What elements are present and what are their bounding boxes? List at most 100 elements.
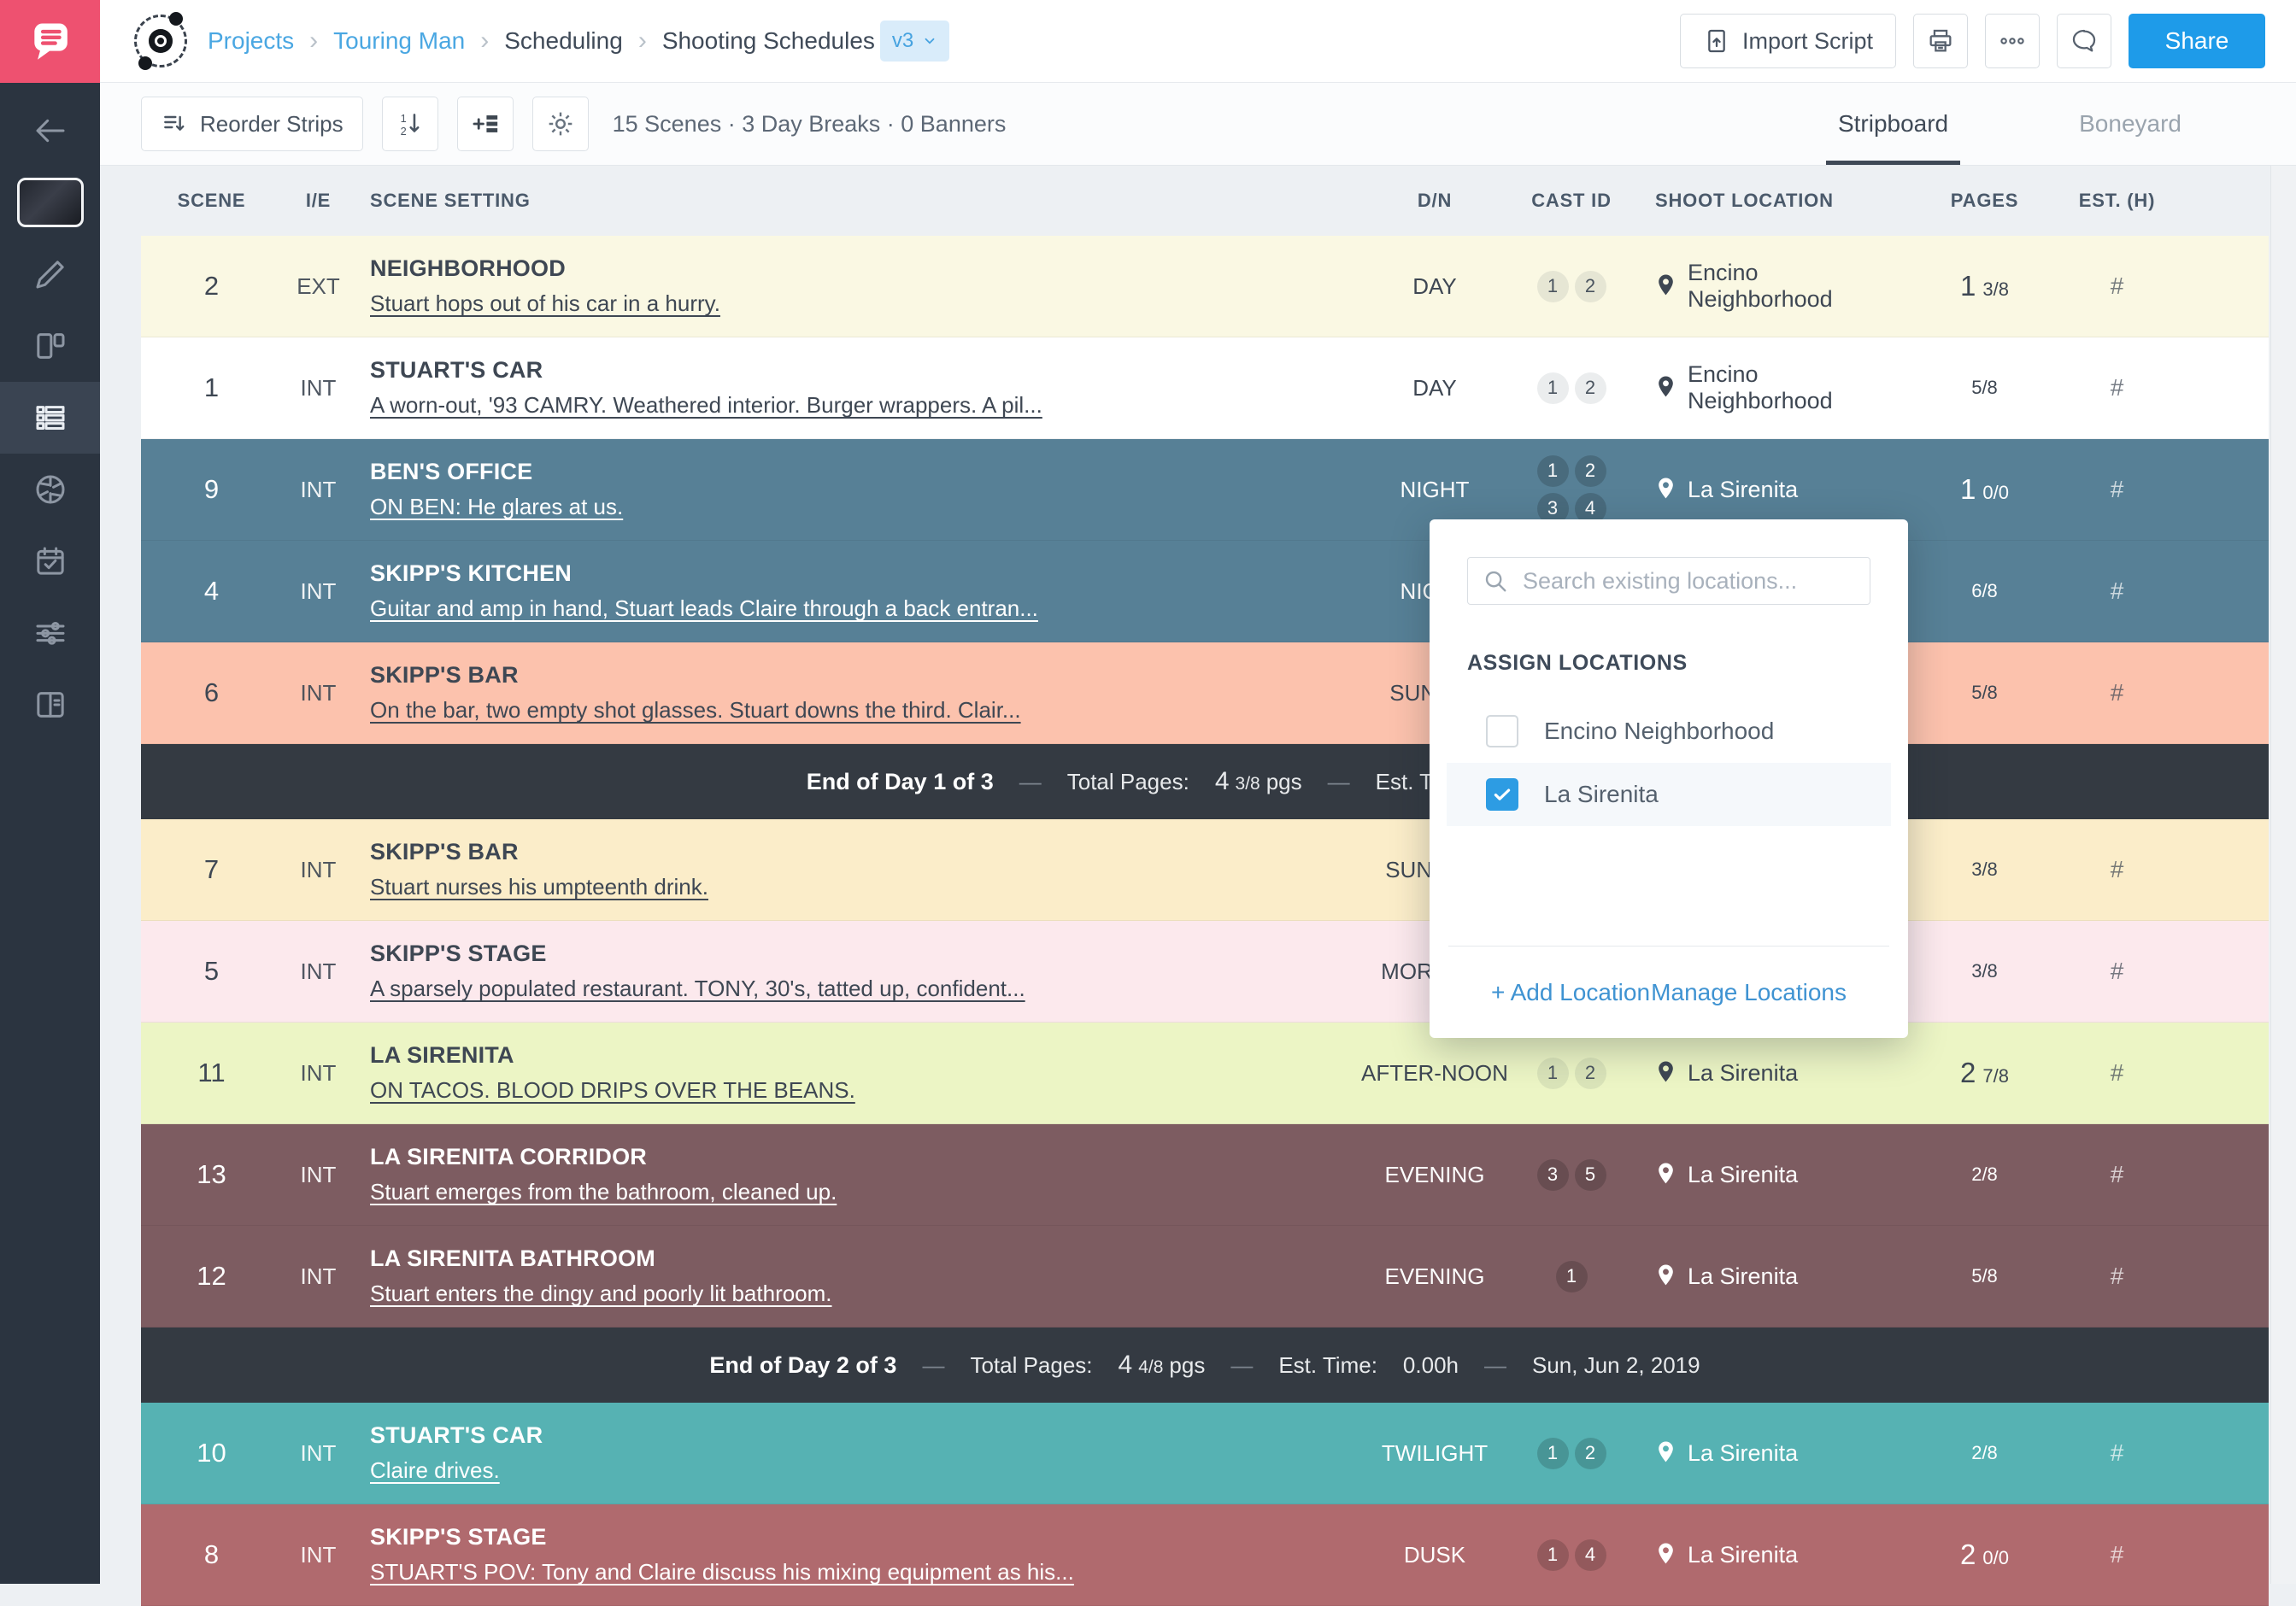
project-avatar[interactable] — [134, 12, 187, 70]
location-option-label: Encino Neighborhood — [1544, 718, 1775, 744]
more-options-button[interactable] — [1985, 14, 2040, 68]
version-badge[interactable]: v3 — [879, 21, 950, 62]
estimated-hours[interactable]: # — [2068, 1439, 2166, 1467]
shoot-location[interactable]: La Sirenita — [1628, 1060, 1901, 1087]
day-break-strip[interactable]: End of Day 1 of 3— Total Pages: 4 3/8 pgs — Es… — [141, 744, 2269, 819]
manage-locations-button[interactable]: Manage Locations — [1651, 979, 1847, 1006]
scene-description-link[interactable]: Stuart emerges from the bathroom, cleane… — [370, 1179, 1320, 1205]
sidebar-item-project-thumbnail[interactable] — [0, 167, 100, 238]
scene-description-link[interactable]: A worn-out, '93 CAMRY. Weathered interio… — [370, 392, 1320, 419]
cast-id-chip[interactable]: 1 — [1536, 372, 1569, 404]
strip-row-scene-7[interactable]: 7 INT SKIPP'S BAR Stuart nurses his umpteen… — [141, 819, 2269, 921]
vertical-scrollbar[interactable] — [2270, 166, 2296, 1584]
scene-description-link[interactable]: A sparsely populated restaurant. TONY, 3… — [370, 976, 1320, 1002]
scene-description-link[interactable]: Stuart hops out of his car in a hurry. — [370, 290, 1320, 317]
breadcrumb-item-touring-man[interactable]: Touring Man — [333, 27, 465, 55]
share-button[interactable]: Share — [2129, 14, 2265, 68]
print-button[interactable] — [1913, 14, 1968, 68]
shoot-location[interactable]: La Sirenita — [1628, 477, 1901, 503]
reorder-strips-button[interactable]: Reorder Strips — [141, 97, 363, 151]
pages-fraction: 3/8 — [1971, 960, 1998, 982]
sidebar-item-calendar-check[interactable] — [0, 525, 100, 597]
cast-id-chip[interactable]: 1 — [1536, 1437, 1569, 1469]
scene-description-link[interactable]: Guitar and amp in hand, Stuart leads Cla… — [370, 595, 1320, 622]
cast-id-chip[interactable]: 1 — [1555, 1260, 1588, 1292]
cast-id-chip[interactable]: 4 — [1574, 1539, 1606, 1571]
strip-row-scene-1[interactable]: 1 INT STUART'S CAR A worn-out, '93 CAMRY. W… — [141, 337, 2269, 439]
estimated-hours[interactable]: # — [2068, 1541, 2166, 1568]
estimated-hours[interactable]: # — [2068, 958, 2166, 985]
cast-id-chip[interactable]: 2 — [1574, 270, 1606, 302]
shoot-location[interactable]: Encino Neighborhood — [1628, 260, 1901, 313]
sidebar-item-aperture[interactable] — [0, 454, 100, 525]
sidebar-item-pages[interactable] — [0, 310, 100, 382]
sort-strips-button[interactable]: 12 — [381, 97, 438, 151]
strip-row-scene-11[interactable]: 11 INT LA SIRENITA ON TACOS. BLOOD DRIPS OV… — [141, 1023, 2269, 1124]
strip-row-scene-2[interactable]: 2 EXT NEIGHBORHOOD Stuart hops out of his c… — [141, 236, 2269, 337]
location-option-la-sirenita[interactable]: La Sirenita — [1447, 763, 1891, 826]
scene-description-link[interactable]: Claire drives. — [370, 1457, 1320, 1484]
estimated-hours[interactable]: # — [2068, 374, 2166, 402]
location-search-input[interactable] — [1467, 557, 1870, 605]
location-option-encino-neighborhood[interactable]: Encino Neighborhood — [1447, 700, 1891, 763]
add-strip-button[interactable] — [456, 97, 514, 151]
strip-row-scene-12[interactable]: 12 INT LA SIRENITA BATHROOM Stuart enters t… — [141, 1226, 2269, 1328]
comments-button[interactable] — [2057, 14, 2111, 68]
strip-row-scene-5[interactable]: 5 INT SKIPP'S STAGE A sparsely populated re… — [141, 921, 2269, 1023]
cast-id-chip[interactable]: 2 — [1574, 1057, 1606, 1089]
estimated-hours[interactable]: # — [2068, 1161, 2166, 1188]
scene-description-link[interactable]: ON BEN: He glares at us. — [370, 494, 1320, 520]
scene-description-link[interactable]: Stuart enters the dingy and poorly lit b… — [370, 1281, 1320, 1307]
shoot-location[interactable]: La Sirenita — [1628, 1263, 1901, 1290]
estimated-hours[interactable]: # — [2068, 273, 2166, 300]
strip-row-scene-8[interactable]: 8 INT SKIPP'S STAGE STUART'S POV: Tony and … — [141, 1504, 2269, 1606]
cast-id-chip[interactable]: 5 — [1574, 1158, 1606, 1191]
scene-description-link[interactable]: On the bar, two empty shot glasses. Stua… — [370, 697, 1320, 724]
day-break-separator: — — [1327, 768, 1350, 794]
import-script-button[interactable]: Import Script — [1679, 14, 1896, 68]
cast-id-chip[interactable]: 1 — [1536, 1057, 1569, 1089]
estimated-hours[interactable]: # — [2068, 577, 2166, 605]
sidebar-item-back-arrow[interactable] — [0, 95, 100, 167]
add-location-button[interactable]: + Add Location — [1491, 979, 1650, 1006]
strip-row-scene-9[interactable]: 9 INT BEN'S OFFICE ON BEN: He glares at us.… — [141, 439, 2269, 541]
strip-row-scene-10[interactable]: 10 INT STUART'S CAR Claire drives. TWILIGHT 1… — [141, 1403, 2269, 1504]
cast-id-chip[interactable]: 1 — [1536, 454, 1569, 487]
scene-description-link[interactable]: Stuart nurses his umpteenth drink. — [370, 874, 1320, 900]
ellipsis-icon — [2000, 38, 2024, 44]
cast-id-chip[interactable]: 1 — [1536, 1539, 1569, 1571]
estimated-hours[interactable]: # — [2068, 1059, 2166, 1087]
strip-row-scene-6[interactable]: 6 INT SKIPP'S BAR On the bar, two empty sho… — [141, 642, 2269, 744]
shoot-location[interactable]: La Sirenita — [1628, 1162, 1901, 1188]
breadcrumb-item-projects[interactable]: Projects — [208, 27, 294, 55]
strip-row-scene-4[interactable]: 4 INT SKIPP'S KITCHEN Guitar and amp in han… — [141, 541, 2269, 642]
tab-stripboard[interactable]: Stripboard — [1825, 83, 1961, 165]
app-logo[interactable] — [0, 0, 100, 83]
estimated-hours[interactable]: # — [2068, 1263, 2166, 1290]
estimated-hours[interactable]: # — [2068, 856, 2166, 883]
cast-id-chip[interactable]: 1 — [1536, 270, 1569, 302]
shoot-location[interactable]: La Sirenita — [1628, 1542, 1901, 1568]
checkbox-checked-icon[interactable] — [1486, 778, 1518, 811]
sidebar-item-sliders[interactable] — [0, 597, 100, 669]
shoot-location[interactable]: Encino Neighborhood — [1628, 361, 1901, 414]
cast-id-chip[interactable]: 2 — [1574, 372, 1606, 404]
checkbox-unchecked-icon[interactable] — [1486, 715, 1518, 747]
cast-id-chip[interactable]: 3 — [1536, 1158, 1569, 1191]
sidebar-item-pencil[interactable] — [0, 238, 100, 310]
strip-row-scene-13[interactable]: 13 INT LA SIRENITA CORRIDOR Stuart emerges … — [141, 1124, 2269, 1226]
sidebar-item-stripboard[interactable] — [0, 382, 100, 454]
shoot-location[interactable]: La Sirenita — [1628, 1440, 1901, 1467]
stripboard-settings-button[interactable] — [531, 97, 589, 151]
scene-description-link[interactable]: STUART'S POV: Tony and Claire discuss hi… — [370, 1559, 1320, 1585]
estimated-hours[interactable]: # — [2068, 476, 2166, 503]
day-break-strip[interactable]: End of Day 2 of 3 — Total Pages: 4 4/8 pgs — Es… — [141, 1328, 2269, 1403]
sidebar-item-contacts-book[interactable] — [0, 669, 100, 741]
scene-description-link[interactable]: ON TACOS. BLOOD DRIPS OVER THE BEANS. — [370, 1077, 1320, 1104]
shoot-location-name: La Sirenita — [1688, 1439, 1799, 1466]
breadcrumb: Projects › Touring Man › Scheduling › Shooting… — [208, 26, 875, 56]
cast-id-chip[interactable]: 2 — [1574, 454, 1606, 487]
estimated-hours[interactable]: # — [2068, 679, 2166, 706]
tab-boneyard[interactable]: Boneyard — [2067, 83, 2193, 165]
cast-id-chip[interactable]: 2 — [1574, 1437, 1606, 1469]
